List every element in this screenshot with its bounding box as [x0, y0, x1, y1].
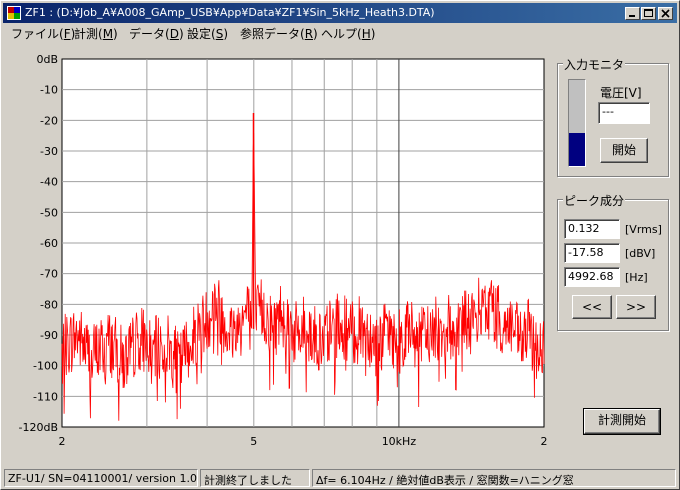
minimize-icon: [629, 15, 635, 17]
app-icon: [7, 6, 21, 20]
x-tick-label: 2: [59, 435, 66, 448]
window-title: ZF1 : (D:¥Job_A¥A008_GAmp_USB¥App¥Data¥Z…: [25, 6, 435, 19]
y-tick-label: -30: [40, 145, 58, 158]
input-monitor-title: 入力モニタ: [563, 56, 626, 73]
x-tick-label: 10kHz: [382, 435, 417, 448]
y-tick-label: 0dB: [36, 53, 58, 66]
level-meter: [568, 79, 586, 167]
close-icon: [661, 9, 670, 18]
menu-settings[interactable]: 設定(S): [187, 25, 228, 42]
y-tick-label: -60: [40, 237, 58, 250]
title-bar[interactable]: ZF1 : (D:¥Job_A¥A008_GAmp_USB¥App¥Data¥Z…: [3, 3, 677, 23]
menu-file[interactable]: ファイル(F): [11, 25, 75, 42]
y-tick-label: -90: [40, 329, 58, 342]
menu-bar: ファイル(F) 計測(M) データ(D) 設定(S) 参照データ(R) ヘルプ(…: [3, 23, 677, 41]
minimize-button[interactable]: [625, 7, 640, 20]
status-device: ZF-U1/ SN=04110001/ version 1.00: [4, 469, 198, 487]
voltage-field[interactable]: ---: [598, 102, 650, 124]
y-tick-label: -70: [40, 268, 58, 281]
hz-field[interactable]: 4992.68: [564, 267, 620, 287]
y-tick-label: -50: [40, 206, 58, 219]
menu-measure[interactable]: 計測(M): [74, 25, 118, 42]
vrms-field[interactable]: 0.132: [564, 219, 620, 239]
monitor-start-button[interactable]: 開始: [600, 138, 648, 163]
voltage-label: 電圧[V]: [600, 86, 642, 100]
input-monitor-group: 入力モニタ 電圧[V] --- 開始: [557, 56, 669, 177]
close-button[interactable]: [658, 7, 673, 20]
y-tick-label: -120dB: [19, 421, 59, 434]
y-tick-label: -80: [40, 298, 58, 311]
spectrum-chart: 0dB -10 -20 -30 -40 -50 -60 -70 -80 -90 -100 -110 -1…: [19, 53, 548, 448]
menu-help[interactable]: ヘルプ(H): [321, 25, 375, 42]
previous-peak-button[interactable]: <<: [572, 295, 612, 319]
level-meter-fill: [569, 133, 585, 166]
x-tick-label: 2: [541, 435, 548, 448]
menu-reference-data[interactable]: 参照データ(R): [240, 25, 318, 42]
peak-component-title: ピーク成分: [563, 192, 626, 209]
y-tick-label: -100: [33, 360, 58, 373]
y-tick-label: -20: [40, 114, 58, 127]
peak-component-group: ピーク成分 0.132 [Vrms] -17.58 [dBV] 4992.68 …: [557, 192, 669, 331]
dbv-field[interactable]: -17.58: [564, 243, 620, 263]
status-message: 計測終了しました: [200, 469, 310, 487]
y-tick-label: -10: [40, 84, 58, 97]
dbv-unit: [dBV]: [625, 247, 656, 260]
maximize-icon: [644, 9, 653, 17]
maximize-button[interactable]: [641, 7, 656, 20]
start-measurement-button[interactable]: 計測開始: [583, 408, 661, 435]
x-tick-label: 5: [250, 435, 257, 448]
y-tick-label: -40: [40, 176, 58, 189]
hz-unit: [Hz]: [625, 271, 648, 284]
vrms-unit: [Vrms]: [625, 223, 662, 236]
status-info: Δf= 6.104Hz / 絶対値dB表示 / 窓関数=ハニング窓: [312, 469, 676, 487]
y-tick-label: -110: [33, 390, 58, 403]
next-peak-button[interactable]: >>: [616, 295, 656, 319]
menu-data[interactable]: データ(D): [129, 25, 184, 42]
app-window: ZF1 : (D:¥Job_A¥A008_GAmp_USB¥App¥Data¥Z…: [0, 0, 680, 490]
